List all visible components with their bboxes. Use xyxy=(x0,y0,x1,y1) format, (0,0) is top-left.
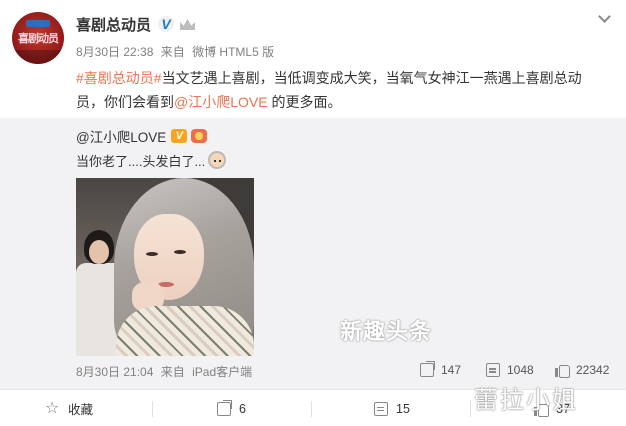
post-date[interactable]: 8月30日 22:38 xyxy=(76,45,153,59)
share-icon xyxy=(420,361,435,377)
repost-like-count: 22342 xyxy=(576,363,610,377)
watermark-text: 新趣头条 xyxy=(340,319,433,344)
avatar[interactable]: 喜剧动员 xyxy=(12,12,64,64)
post-from-label: 来自 xyxy=(160,45,185,59)
repost-author-row: @江小爬LOVE V xyxy=(76,126,208,146)
topic-link[interactable]: #喜剧总动员# xyxy=(76,70,162,86)
repost-share-count: 147 xyxy=(441,363,462,377)
verified-icon[interactable]: V xyxy=(158,16,175,32)
comment-icon xyxy=(374,401,388,416)
action-divider xyxy=(152,401,153,417)
repost-comment-stat[interactable]: 1048 xyxy=(486,361,534,379)
favorite-button[interactable]: 收藏 xyxy=(45,390,94,426)
favorite-label: 收藏 xyxy=(68,403,94,417)
repost-text: 当你老了....头发白了... xyxy=(76,153,206,169)
comment-count: 15 xyxy=(396,401,410,416)
star-icon xyxy=(45,398,60,417)
post-text-line2-post: 的更多面。 xyxy=(267,94,342,110)
fan-icon[interactable] xyxy=(191,129,208,143)
action-divider xyxy=(470,401,471,417)
avatar-badge xyxy=(26,20,50,27)
comment-icon xyxy=(486,363,500,377)
like-icon xyxy=(555,363,570,378)
member-crown-icon[interactable] xyxy=(179,17,196,31)
granny-emoji-icon xyxy=(208,151,227,169)
weibo-card: 喜剧动员 喜剧总动员 V 8月30日 22:38 来自 微博 HTML5 版 #… xyxy=(0,0,626,426)
comment-button[interactable]: 15 xyxy=(374,390,410,426)
author-row: 喜剧总动员 V xyxy=(76,12,196,36)
share-icon xyxy=(217,399,232,416)
repost-comment-count: 1048 xyxy=(507,363,534,377)
repost-block: @江小爬LOVE V 当你老了....头发白了... 新趣头条 8月30日 21… xyxy=(0,118,626,389)
repost-date[interactable]: 8月30日 21:04 xyxy=(76,365,153,379)
author-name[interactable]: 喜剧总动员 xyxy=(76,14,151,35)
post-text-line1: 当文艺遇上喜剧，当低调变成大笑，当氧气女神江一燕遇上喜剧总动 xyxy=(161,70,582,86)
repost-share-stat[interactable]: 147 xyxy=(420,361,461,379)
post-meta: 8月30日 22:38 来自 微博 HTML5 版 xyxy=(76,43,278,60)
chevron-down-icon[interactable] xyxy=(598,12,610,24)
bottom-watermark: 蕾拉小姐 xyxy=(474,386,578,414)
repost-text-row: 当你老了....头发白了... xyxy=(76,150,227,170)
repost-from-label: 来自 xyxy=(160,365,185,379)
avatar-logo: 喜剧动员 xyxy=(18,32,59,45)
repost-client[interactable]: iPad客户端 xyxy=(192,365,252,379)
repost-author[interactable]: @江小爬LOVE xyxy=(76,126,166,146)
orange-v-icon[interactable]: V xyxy=(171,129,188,143)
action-divider xyxy=(311,401,312,417)
share-button[interactable]: 6 xyxy=(217,390,246,426)
mention-link[interactable]: @江小爬LOVE xyxy=(174,94,268,110)
share-count: 6 xyxy=(239,401,246,416)
repost-meta: 8月30日 21:04 来自 iPad客户端 xyxy=(76,363,256,380)
avatar-stripe xyxy=(12,50,64,64)
post-text: #喜剧总动员#当文艺遇上喜剧，当低调变成大笑，当氧气女神江一燕遇上喜剧总动 员，… xyxy=(76,66,596,114)
post-client[interactable]: 微博 HTML5 版 xyxy=(192,45,274,59)
repost-like-stat[interactable]: 22342 xyxy=(555,361,609,379)
post-text-line2-pre: 员，你们会看到 xyxy=(76,94,174,110)
repost-photo[interactable] xyxy=(76,178,254,356)
